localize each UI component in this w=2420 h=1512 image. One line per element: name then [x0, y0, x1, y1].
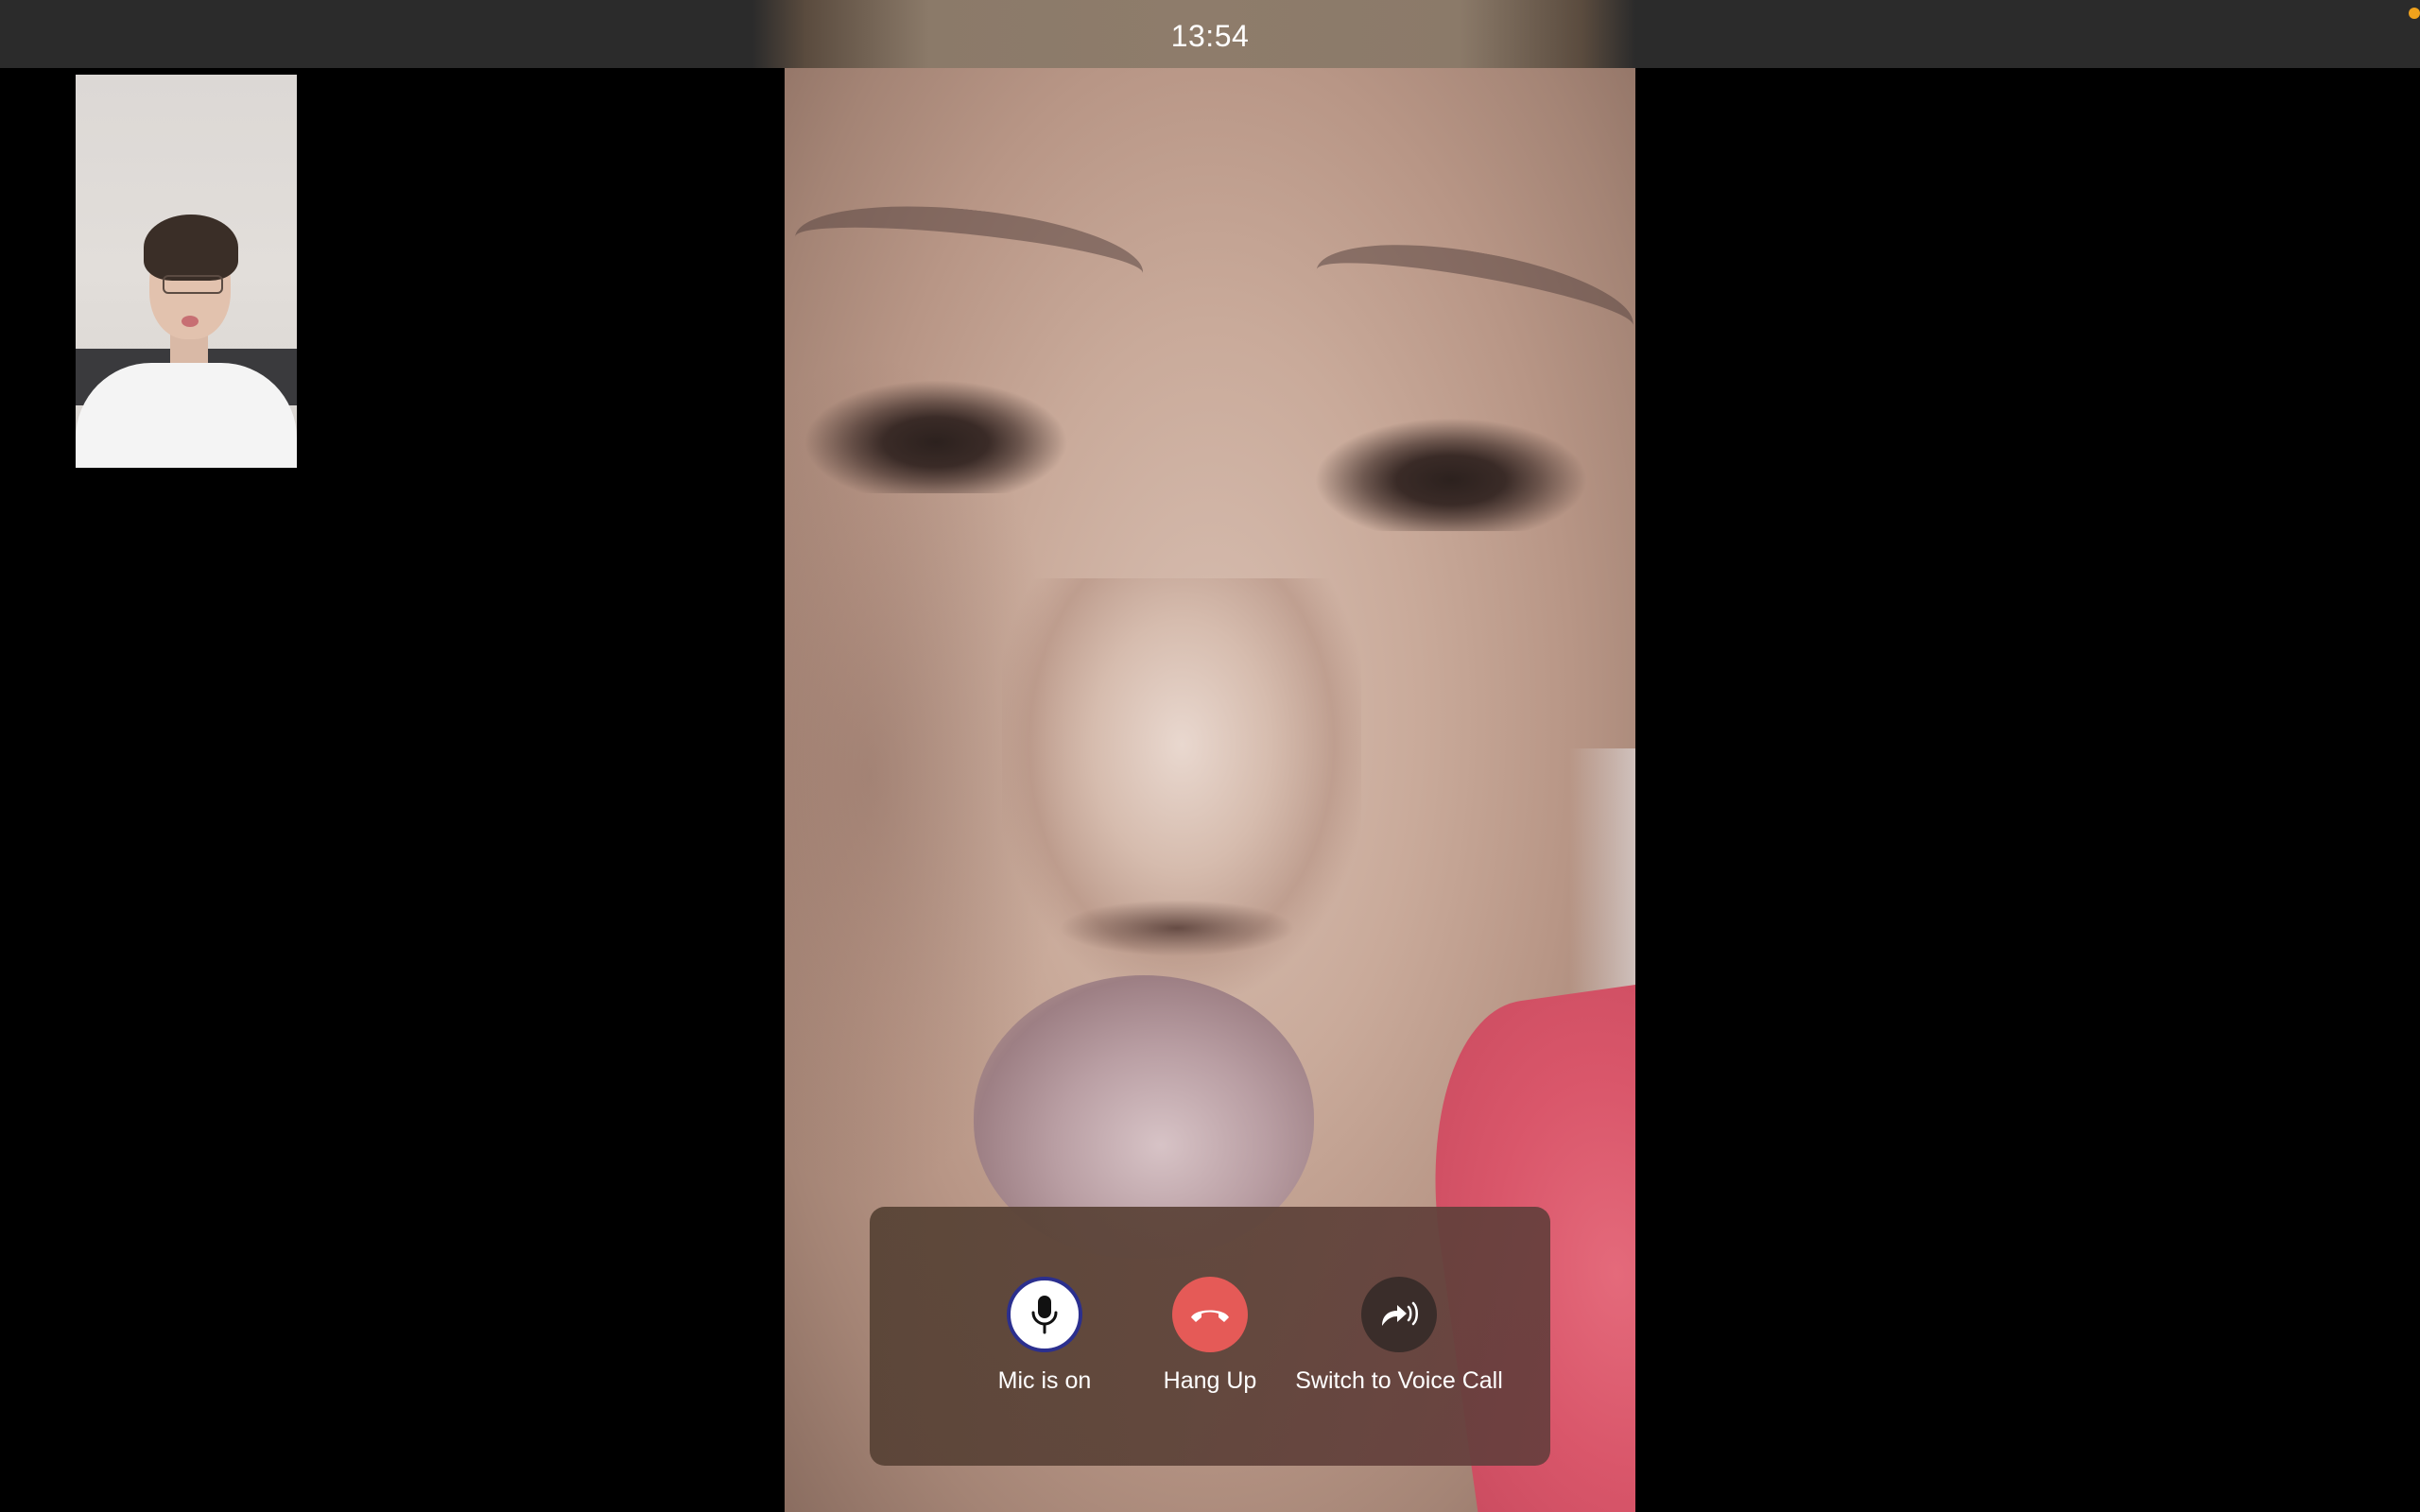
call-controls-panel: Mic is on Hang Up Switch to Voice Call [870, 1207, 1550, 1466]
switch-voice-control: Switch to Voice Call [1290, 1277, 1508, 1395]
phone-hangup-icon [1191, 1310, 1229, 1322]
hang-up-label: Hang Up [1163, 1367, 1257, 1394]
titlebar: 13:54 [0, 0, 2420, 68]
mic-label: Mic is on [997, 1367, 1092, 1394]
mic-control: Mic is on [959, 1277, 1130, 1395]
self-video-preview[interactable] [76, 75, 297, 468]
status-indicator-dot [2409, 8, 2420, 19]
voice-call-switch-icon [1382, 1301, 1418, 1326]
switch-to-voice-label: Switch to Voice Call [1295, 1367, 1503, 1394]
hang-up-button[interactable] [1172, 1277, 1248, 1352]
microphone-icon [1031, 1296, 1058, 1334]
hangup-control: Hang Up [1125, 1277, 1295, 1395]
call-timer: 13:54 [1170, 19, 1250, 53]
video-call-window: 13:54 Mic is on Hang Up Switch to Voice … [0, 0, 2420, 1512]
mic-toggle-button[interactable] [1007, 1277, 1082, 1352]
switch-to-voice-button[interactable] [1361, 1277, 1437, 1352]
